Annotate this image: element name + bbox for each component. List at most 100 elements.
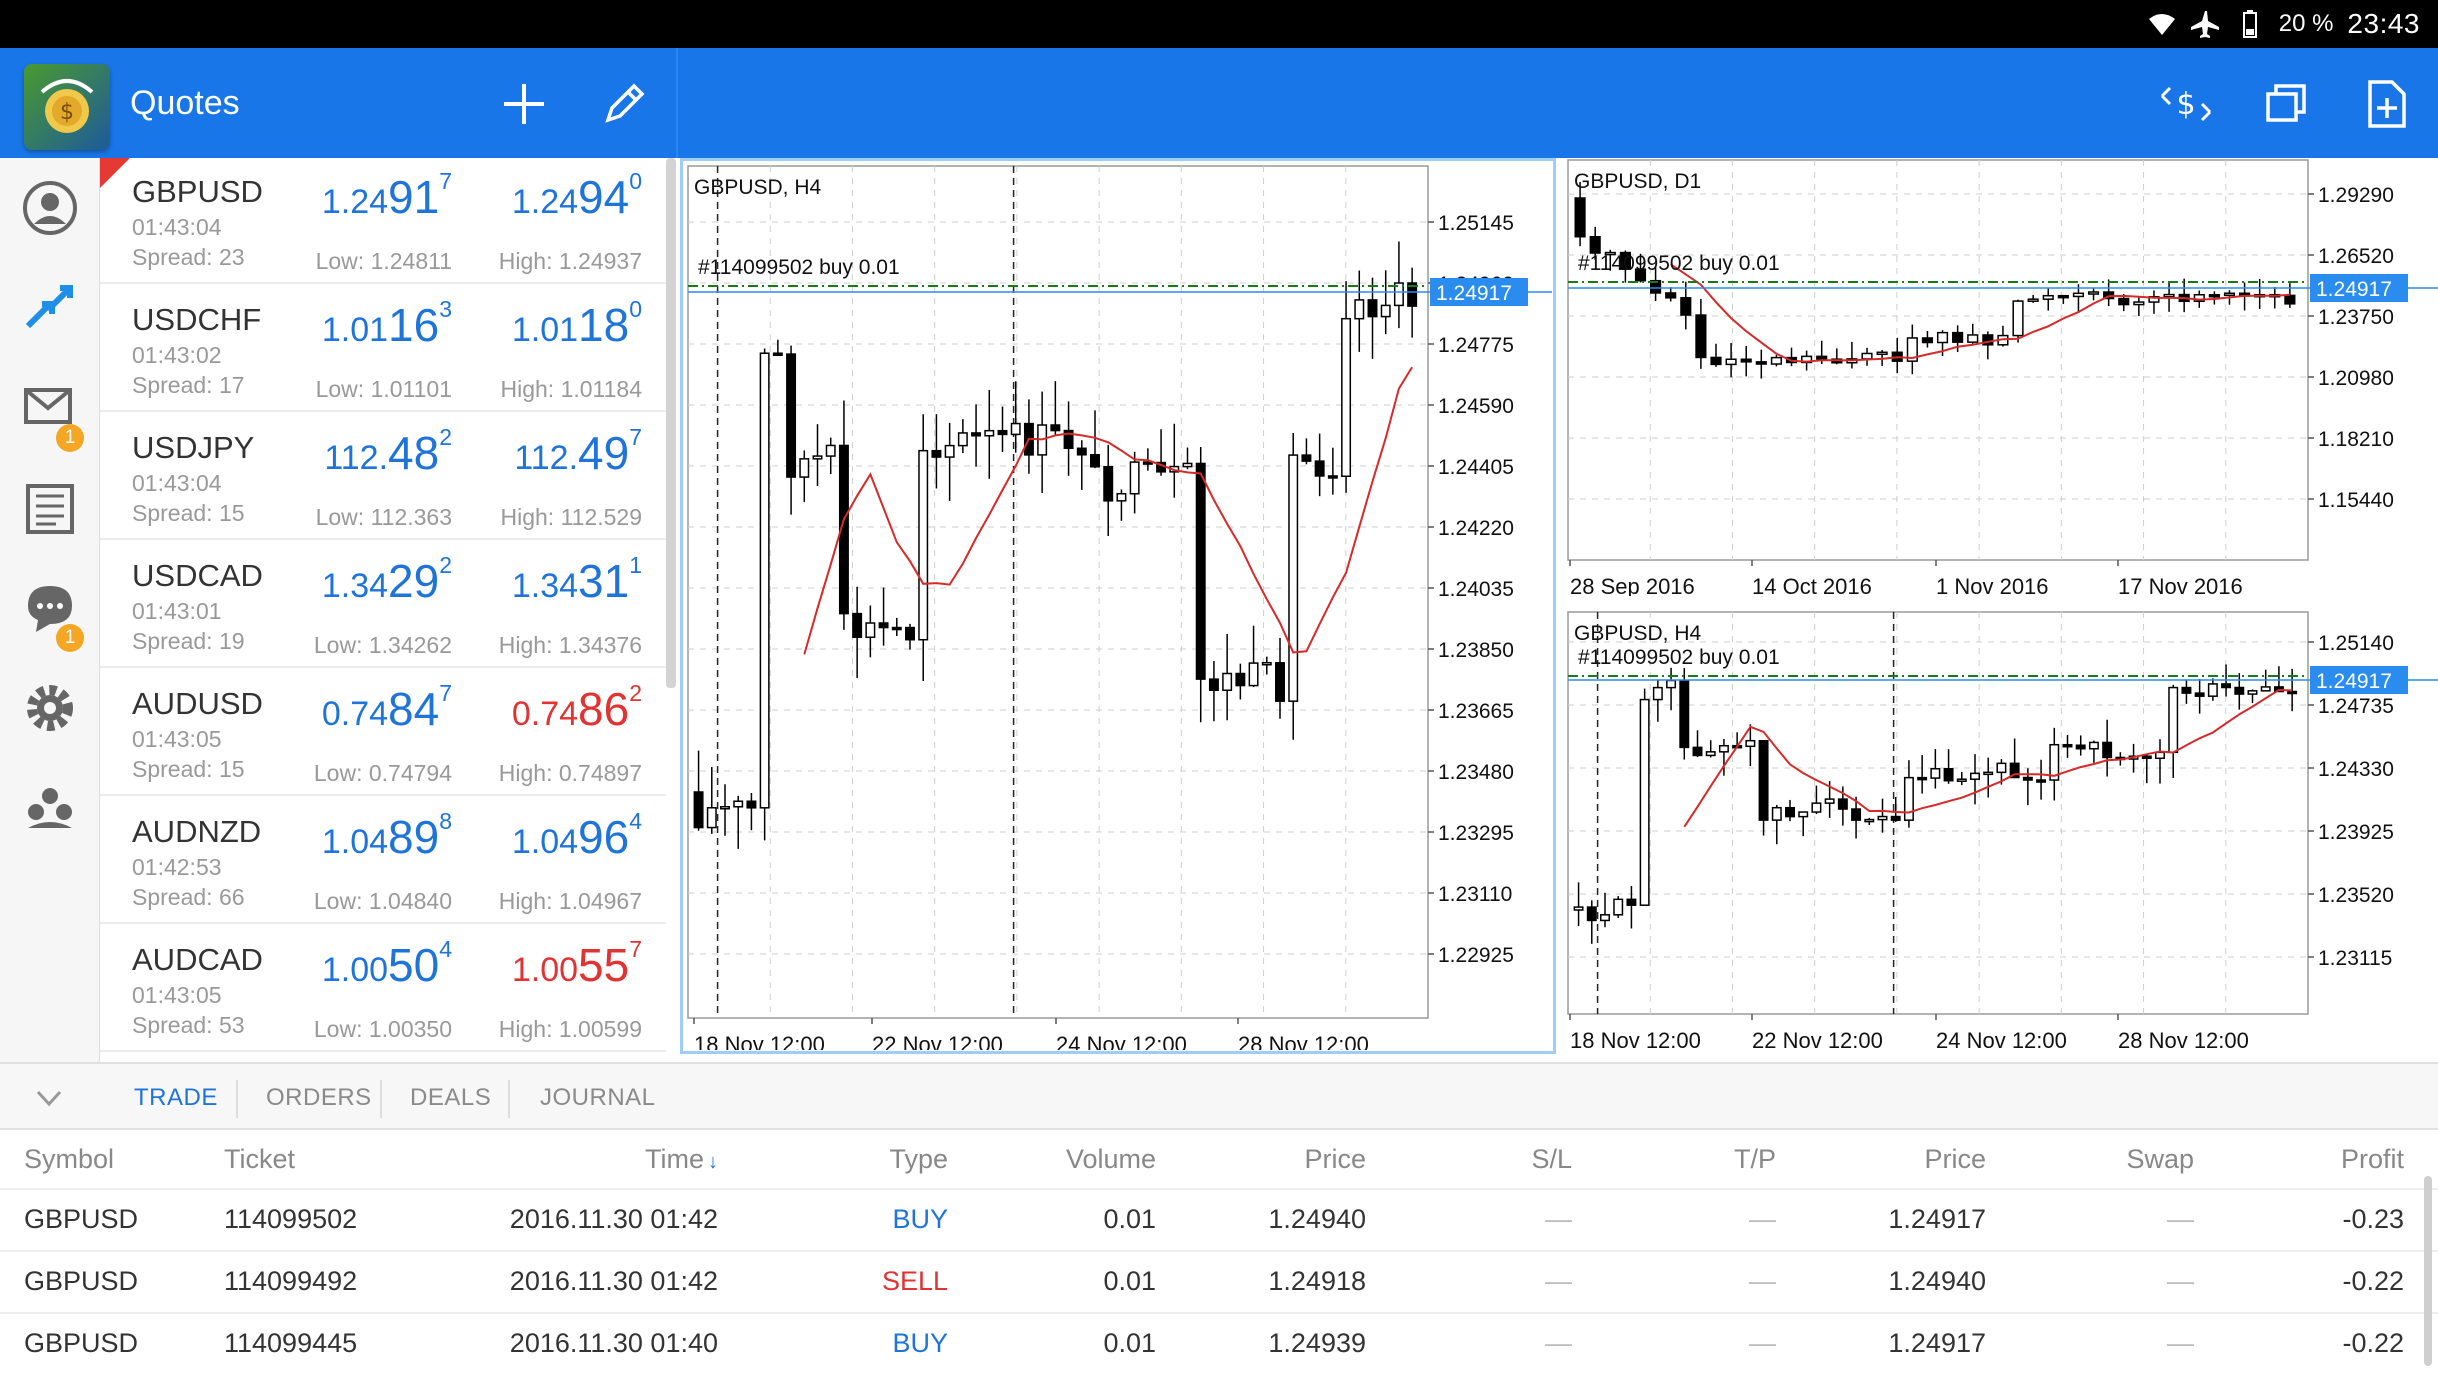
bearish-candle: [1090, 454, 1100, 468]
bid-price-prefix: 112.: [324, 439, 389, 477]
ask-price-point: 0: [629, 168, 642, 194]
column-header-label: Profit: [2340, 1144, 2404, 1174]
table-row[interactable]: GBPUSD 114099502 2016.11.30 01:42 BUY 0.01 1.…: [0, 1188, 2438, 1250]
bullish-candle: [2223, 292, 2236, 296]
main-chart-canvas[interactable]: 1.251451.249601.247751.245901.244051.242…: [684, 162, 1552, 1050]
column-header-profit[interactable]: Profit: [2104, 1144, 2404, 1175]
add-symbol-icon[interactable]: [494, 74, 554, 134]
quote-bid: 1.04898: [252, 808, 452, 864]
bearish-candle: [693, 791, 704, 829]
table-row[interactable]: GBPUSD 114099445 2016.11.30 01:40 BUY 0.01 1.…: [0, 1312, 2438, 1374]
quote-low: Low: 1.00350: [313, 1016, 452, 1042]
app-logo-icon[interactable]: $: [24, 64, 110, 150]
quote-time: 01:43:01: [132, 598, 222, 624]
bearish-candle: [931, 449, 942, 458]
quote-row-audcad[interactable]: AUDCAD 01:43:05 Spread: 53 1.00504 1.00557 Lo…: [100, 926, 666, 1052]
bearish-candle: [1755, 361, 1767, 365]
bullish-candle: [2027, 298, 2039, 302]
table-row[interactable]: GBPUSD 114099492 2016.11.30 01:42 SELL 0.01 1…: [0, 1250, 2438, 1312]
quote-row-gbpusd[interactable]: GBPUSD 01:43:04 Spread: 23 1.24917 1.24940 Lo…: [100, 158, 666, 284]
time-axis-label: 28 Nov 12:00: [2118, 1028, 2249, 1053]
tab-trade[interactable]: TRADE: [134, 1084, 218, 1112]
edit-pencil-icon[interactable]: [594, 74, 654, 134]
quote-spread: Spread: 15: [132, 756, 245, 782]
bullish-candle: [1573, 906, 1584, 911]
bid-price-pips: 29: [388, 555, 440, 607]
chart-gbpusd-h4-main[interactable]: 1.251451.249601.247751.245901.244051.242…: [684, 162, 1552, 1050]
cell-ticket: 114099445: [224, 1328, 358, 1358]
bullish-candle: [1705, 751, 1716, 757]
toolbar-divider: [676, 48, 678, 158]
quote-row-usdcad[interactable]: USDCAD 01:43:01 Spread: 19 1.34292 1.34311 Lo…: [100, 542, 666, 668]
quote-bid: 112.482: [252, 424, 452, 480]
time-axis-label: 18 Nov 12:00: [1570, 1028, 1701, 1053]
tab-orders[interactable]: ORDERS: [266, 1084, 372, 1112]
nav-community[interactable]: [0, 758, 100, 858]
tab-journal[interactable]: JOURNAL: [540, 1084, 656, 1112]
quote-time: 01:43:04: [132, 214, 222, 240]
quote-bid: 1.34292: [252, 552, 452, 608]
quote-high: High: 1.00599: [498, 1016, 642, 1042]
bullish-candle: [1811, 802, 1822, 813]
trade-table-scrollbar[interactable]: [2424, 1176, 2432, 1366]
bullish-candle: [1876, 351, 1888, 356]
ask-price-prefix: 1.04: [511, 823, 579, 861]
quote-ask: 1.34311: [442, 552, 642, 608]
quote-ask: 1.04964: [442, 808, 642, 864]
quote-row-audnzd[interactable]: AUDNZD 01:42:53 Spread: 66 1.04898 1.04964 Lo…: [100, 798, 666, 924]
h4b-chart-canvas[interactable]: 1.25140 1.24735 1.24330 1.23925 1.23520 1.231…: [1562, 610, 2438, 1054]
time-axis-label: 17 Nov 2016: [2118, 574, 2243, 596]
column-header-ticket[interactable]: Ticket: [224, 1144, 295, 1175]
chart-gbpusd-h4-small[interactable]: 1.25140 1.24735 1.24330 1.23925 1.23520 1.231…: [1562, 610, 2438, 1054]
price-axis-label: 1.15440: [2318, 489, 2394, 512]
ask-price-prefix: 1.34: [511, 567, 579, 605]
ask-price-pips: 94: [578, 171, 630, 223]
cell-profit: -0.23: [2342, 1204, 2404, 1234]
price-axis-label: 1.23925: [2318, 821, 2394, 844]
bullish-candle: [1996, 762, 2007, 774]
quote-row-usdchf[interactable]: USDCHF 01:43:02 Spread: 17 1.01163 1.01180 Lo…: [100, 286, 666, 412]
quote-symbol: AUDUSD: [132, 686, 263, 721]
quote-low: Low: 1.01101: [315, 376, 452, 402]
nav-accounts[interactable]: [0, 158, 100, 258]
new-order-icon[interactable]: [2356, 74, 2416, 134]
nav-mail[interactable]: 1: [0, 358, 100, 458]
quote-time: 01:43:05: [132, 726, 222, 752]
price-axis-label: 1.24035: [1438, 578, 1514, 601]
ask-price-prefix: 0.74: [511, 695, 579, 733]
bid-price-prefix: 1.34: [321, 567, 389, 605]
chevron-down-icon[interactable]: [34, 1086, 64, 1110]
trade-dollar-icon[interactable]: $: [2156, 74, 2216, 134]
bearish-candle: [1758, 739, 1769, 821]
tab-deals[interactable]: DEALS: [410, 1084, 491, 1112]
nav-quotes[interactable]: [0, 258, 100, 358]
bearish-candle: [1367, 299, 1378, 318]
page-title: Quotes: [130, 84, 240, 122]
nav-news[interactable]: [0, 458, 100, 558]
quote-row-audusd[interactable]: AUDUSD 01:43:05 Spread: 15 0.74847 0.74862 Lo…: [100, 670, 666, 796]
quote-row-usdjpy[interactable]: USDJPY 01:43:04 Spread: 15 112.482 112.497 Lo…: [100, 414, 666, 540]
bearish-candle: [2284, 294, 2296, 305]
cell-symbol: GBPUSD: [24, 1266, 139, 1296]
column-header-symbol[interactable]: Symbol: [24, 1144, 114, 1175]
bearish-candle: [1679, 679, 1690, 749]
bid-price-prefix: 1.24: [321, 183, 389, 221]
bearish-candle: [1327, 475, 1338, 479]
bullish-candle: [1222, 672, 1233, 692]
bearish-candle: [2221, 683, 2232, 689]
nav-chat[interactable]: 1: [0, 558, 100, 658]
bearish-candle: [971, 432, 982, 437]
windows-icon[interactable]: [2256, 74, 2316, 134]
community-icon: [28, 788, 72, 828]
chart-gbpusd-d1[interactable]: 1.29290 1.26520 1.23750 1.20980 1.18210 1.154…: [1562, 158, 2438, 596]
bearish-candle: [1837, 798, 1848, 810]
d1-chart-canvas[interactable]: 1.29290 1.26520 1.23750 1.20980 1.18210 1.154…: [1562, 158, 2438, 596]
nav-settings[interactable]: [0, 658, 100, 758]
quote-symbol: USDCAD: [132, 558, 263, 593]
bearish-candle: [2181, 686, 2192, 694]
plot-area: [1567, 159, 2309, 561]
quote-spread: Spread: 17: [132, 372, 245, 398]
bullish-candle: [812, 455, 823, 460]
price-axis-label: 1.26520: [2318, 245, 2394, 268]
quotes-scrollbar[interactable]: [666, 158, 676, 688]
